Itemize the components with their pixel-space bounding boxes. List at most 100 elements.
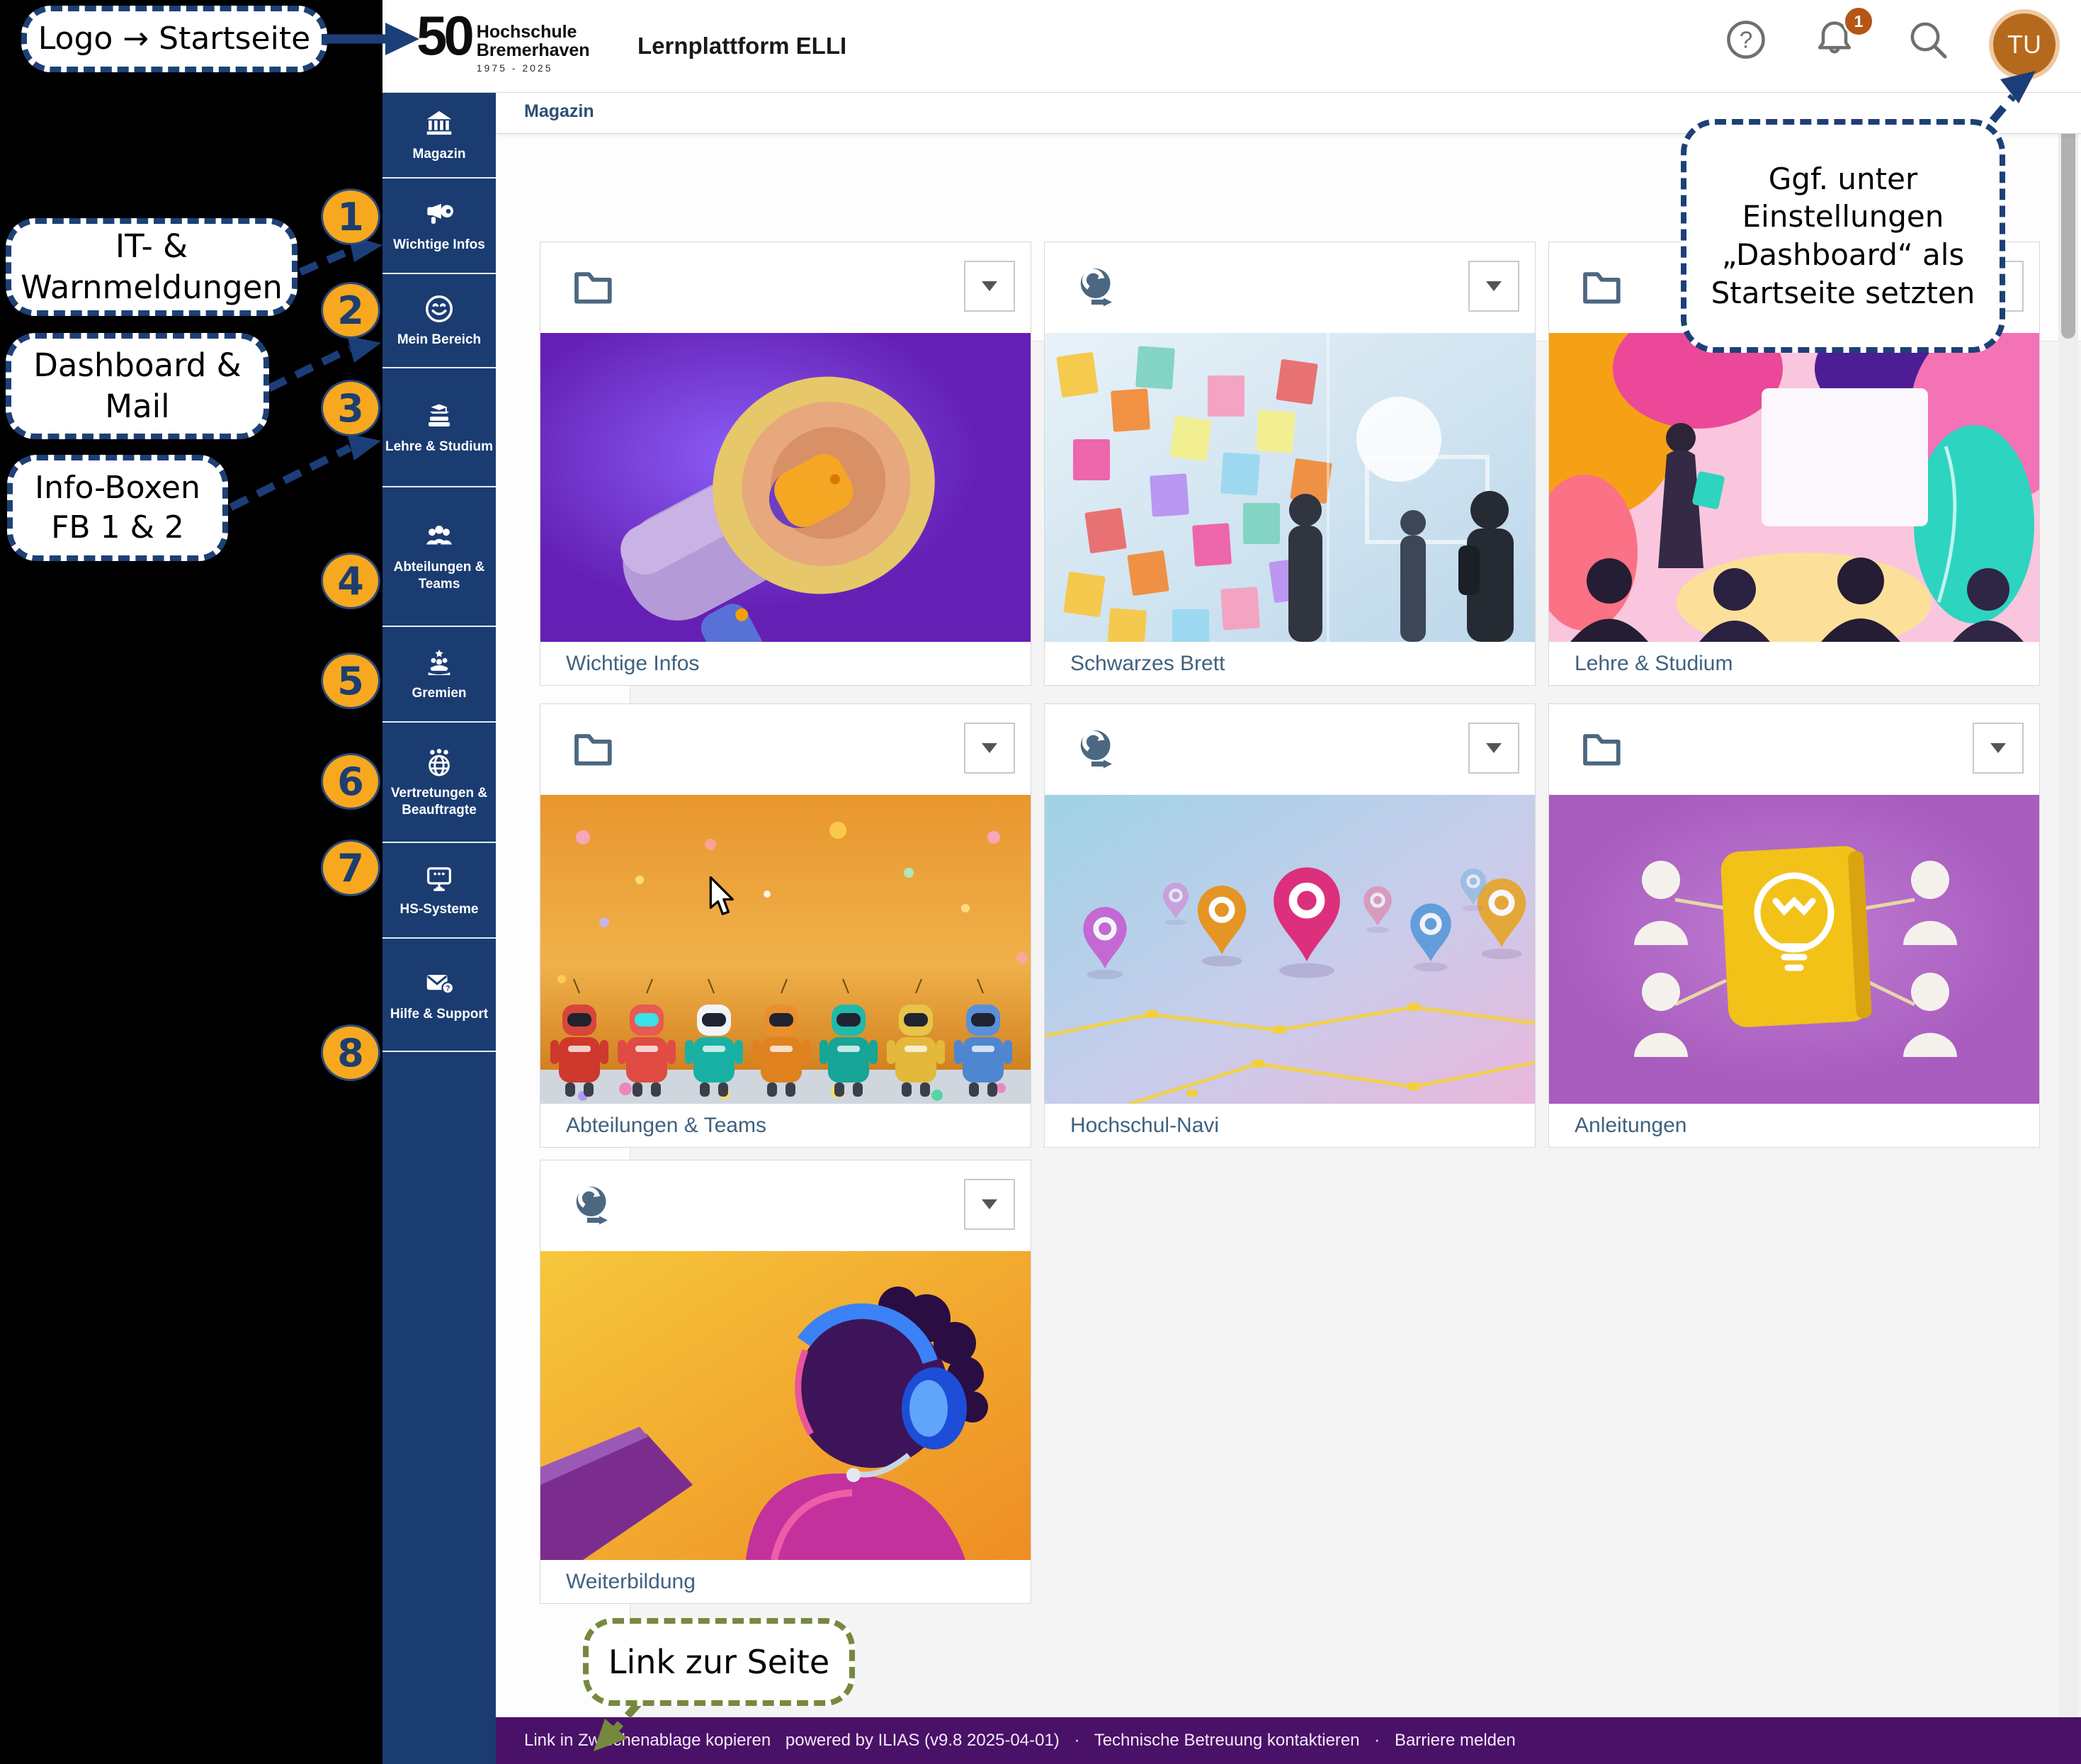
sidebar-item-label: HS-Systeme <box>400 901 479 918</box>
card-title-link[interactable]: Anleitungen <box>1575 1114 1686 1137</box>
annotation-number-7: 7 <box>321 839 380 896</box>
sidebar-item-label: Gremien <box>412 685 466 702</box>
card-footer: Schwarzes Brett <box>1045 642 1535 685</box>
annotation-number-3: 3 <box>321 380 380 436</box>
annotation-logo-startseite: Logo → Startseite <box>21 6 327 72</box>
card-footer: Hochschul-Navi <box>1045 1104 1535 1147</box>
logo-hochschule-bremerhaven[interactable]: 50 Hochschule Bremerhaven 1975 - 2025 <box>416 7 590 74</box>
card-footer: Abteilungen & Teams <box>540 1104 1031 1147</box>
card-title-link[interactable]: Lehre & Studium <box>1575 652 1733 675</box>
caret-down-icon <box>982 743 997 753</box>
mail-question-icon: ? <box>423 967 455 1000</box>
card-anleitungen[interactable]: Anleitungen <box>1548 703 2040 1148</box>
globe-people-icon <box>423 746 455 779</box>
sidebar-item-label: Magazin <box>413 146 466 163</box>
sidebar-item-vertretungen-beauftragte[interactable]: Vertretungen & Beauftragte <box>382 723 496 843</box>
card-header <box>540 1160 1031 1251</box>
card-image-presentation <box>1549 333 2039 642</box>
footer-separator: · <box>1074 1731 1079 1750</box>
card-title-link[interactable]: Hochschul-Navi <box>1070 1114 1219 1137</box>
card-footer: Lehre & Studium <box>1549 642 2039 685</box>
sidebar-item-wichtige-infos[interactable]: Wichtige Infos <box>382 179 496 274</box>
scrollbar-thumb[interactable] <box>2061 98 2075 339</box>
folder-icon <box>569 725 616 776</box>
annotation-number-2: 2 <box>321 282 380 339</box>
top-header: 50 Hochschule Bremerhaven 1975 - 2025 Le… <box>382 0 2081 93</box>
card-header <box>1045 242 1535 333</box>
card-title-link[interactable]: Schwarzes Brett <box>1070 652 1225 675</box>
annotation-number-8: 8 <box>321 1024 380 1081</box>
card-abteilungen-teams[interactable]: Abteilungen & Teams <box>540 703 1031 1148</box>
sidebar-item-label: Lehre & Studium <box>385 439 493 456</box>
card-actions-dropdown[interactable] <box>964 723 1015 774</box>
folder-icon <box>1577 725 1624 776</box>
annotation-number-5: 5 <box>321 652 380 709</box>
logo-line2: Bremerhaven <box>477 41 590 60</box>
sidebar-item-hilfe-support[interactable]: ?Hilfe & Support <box>382 939 496 1052</box>
card-actions-dropdown[interactable] <box>964 261 1015 312</box>
annotation-number-1: 1 <box>321 188 380 245</box>
card-schwarzes-brett[interactable]: Schwarzes Brett <box>1044 242 1536 686</box>
sidebar-item-lehre-studium[interactable]: Lehre & Studium <box>382 368 496 487</box>
sidebar-item-gremien[interactable]: Gremien <box>382 627 496 723</box>
question-circle-icon: ? <box>1723 17 1769 62</box>
link-icon <box>569 1182 616 1232</box>
card-hochschul-navi[interactable]: Hochschul-Navi <box>1044 703 1536 1148</box>
logo-years: 1975 - 2025 <box>477 62 590 74</box>
card-header <box>1045 704 1535 795</box>
card-actions-dropdown[interactable] <box>1468 261 1519 312</box>
folder-icon <box>569 264 616 314</box>
sidebar-item-label: Abteilungen & Teams <box>385 559 493 593</box>
footer-separator: · <box>1374 1731 1380 1750</box>
committee-icon <box>423 646 455 679</box>
card-actions-dropdown[interactable] <box>964 1179 1015 1230</box>
caret-down-icon <box>982 1199 997 1209</box>
search-icon <box>1905 17 1951 62</box>
annotation-number-6: 6 <box>321 753 380 810</box>
smiley-icon <box>423 293 455 325</box>
card-actions-dropdown[interactable] <box>1973 723 2024 774</box>
page-footer: Link in Zwischenablage kopieren powered … <box>496 1717 2081 1764</box>
card-title-link[interactable]: Weiterbildung <box>566 1570 696 1593</box>
books-icon <box>423 400 455 432</box>
vertical-scrollbar <box>2058 92 2078 1717</box>
card-actions-dropdown[interactable] <box>1468 723 1519 774</box>
svg-text:?: ? <box>1740 28 1753 54</box>
annotation-it-warnmeldungen: IT- & Warnmeldungen <box>6 218 297 316</box>
card-header <box>1549 704 2039 795</box>
powered-by-text: powered by ILIAS (v9.8 2025-04-01) <box>786 1731 1060 1750</box>
report-barrier-link[interactable]: Barriere melden <box>1395 1731 1516 1750</box>
card-footer: Weiterbildung <box>540 1560 1031 1603</box>
annotation-info-boxen: Info-Boxen FB 1 & 2 <box>7 455 228 561</box>
contact-support-link[interactable]: Technische Betreuung kontaktieren <box>1094 1731 1360 1750</box>
copy-link-to-clipboard[interactable]: Link in Zwischenablage kopieren <box>524 1731 771 1750</box>
sidebar-item-mein-bereich[interactable]: Mein Bereich <box>382 274 496 368</box>
annotation-link-zur-seite: Link zur Seite <box>583 1618 855 1706</box>
card-header <box>540 242 1031 333</box>
breadcrumb-magazin[interactable]: Magazin <box>524 92 594 133</box>
card-weiterbildung[interactable]: Weiterbildung <box>540 1160 1031 1604</box>
caret-down-icon <box>1486 743 1502 753</box>
help-button[interactable]: ? <box>1723 17 1769 62</box>
svg-text:?: ? <box>446 984 450 993</box>
search-button[interactable] <box>1905 17 1951 62</box>
page-title: Lernplattform ELLI <box>637 0 846 92</box>
annotation-dashboard-startseite: Ggf. unter Einstellungen „Dashboard“ als… <box>1681 119 2005 353</box>
card-wichtige-infos[interactable]: Wichtige Infos <box>540 242 1031 686</box>
card-footer: Wichtige Infos <box>540 642 1031 685</box>
sidebar-item-hs-systeme[interactable]: HS-Systeme <box>382 843 496 939</box>
sidebar-item-magazin[interactable]: Magazin <box>382 92 496 179</box>
avatar[interactable]: TU <box>1989 9 2060 80</box>
folder-icon <box>1577 264 1624 314</box>
notification-badge: 1 <box>1843 6 1874 37</box>
sidebar-item-abteilungen-teams[interactable]: Abteilungen & Teams <box>382 487 496 627</box>
link-icon <box>1073 264 1120 314</box>
card-image-lightbulb <box>1549 795 2039 1104</box>
monitor-icon <box>423 862 455 895</box>
annotation-dashboard-mail: Dashboard & Mail <box>6 333 269 439</box>
card-title-link[interactable]: Abteilungen & Teams <box>566 1114 766 1137</box>
card-title-link[interactable]: Wichtige Infos <box>566 652 699 675</box>
logo-text: Hochschule Bremerhaven 1975 - 2025 <box>477 23 590 74</box>
card-footer: Anleitungen <box>1549 1104 2039 1147</box>
logo-line1: Hochschule <box>477 23 590 41</box>
